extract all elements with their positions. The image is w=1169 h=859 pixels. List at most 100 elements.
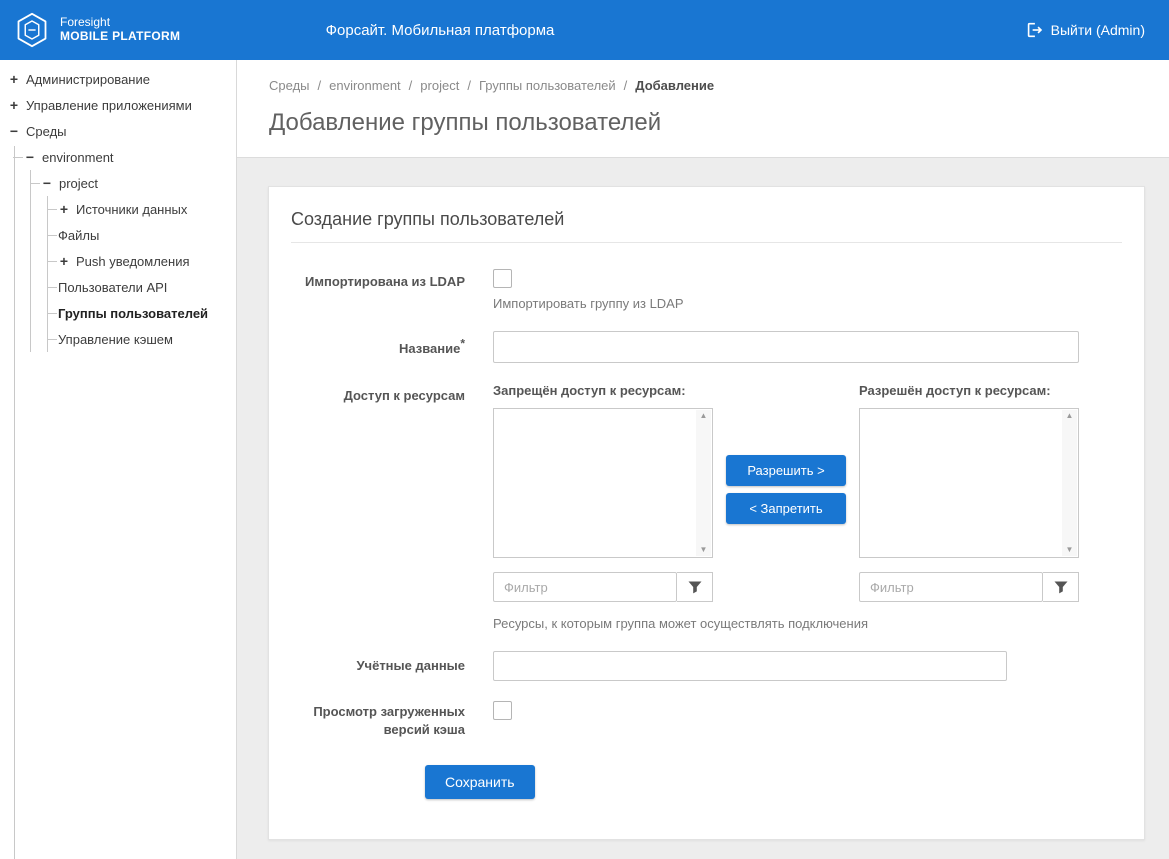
- resources-row: Доступ к ресурсам Запрещён доступ к ресу…: [291, 383, 1122, 631]
- card-title: Создание группы пользователей: [291, 209, 1122, 243]
- collapse-icon[interactable]: −: [41, 176, 53, 190]
- allowed-resources-panel: Разрешён доступ к ресурсам: ▲ ▼: [859, 383, 1079, 602]
- page-title: Добавление группы пользователей: [269, 109, 1169, 137]
- resources-transfer-buttons: Разрешить > < Запретить: [726, 455, 846, 524]
- denied-filter-input[interactable]: [493, 572, 677, 602]
- ldap-help-text: Импортировать группу из LDAP: [493, 296, 1122, 311]
- denied-resources-title: Запрещён доступ к ресурсам:: [493, 383, 713, 398]
- breadcrumb-separator: /: [624, 78, 628, 93]
- scroll-up-icon[interactable]: ▲: [1066, 412, 1074, 420]
- filter-icon: [688, 581, 702, 594]
- name-row: Название*: [291, 331, 1122, 363]
- sidebar-item-user-groups[interactable]: Группы пользователей: [58, 300, 236, 326]
- breadcrumb-separator: /: [409, 78, 413, 93]
- allowed-resources-listbox[interactable]: ▲ ▼: [859, 408, 1079, 558]
- allowed-filter-row: [859, 572, 1079, 602]
- sidebar-item-label: Группы пользователей: [58, 306, 208, 321]
- sidebar-tree: + Администрирование + Управление приложе…: [0, 66, 236, 352]
- deny-button[interactable]: < Запретить: [726, 493, 846, 524]
- sidebar-item-label: Администрирование: [26, 72, 150, 87]
- scroll-down-icon[interactable]: ▼: [700, 546, 708, 554]
- allowed-filter-button[interactable]: [1043, 572, 1079, 602]
- sidebar-item-api-users[interactable]: Пользователи API: [58, 274, 236, 300]
- app-title: Форсайт. Мобильная платформа: [326, 22, 555, 39]
- resources-dual-list: Запрещён доступ к ресурсам: ▲ ▼: [493, 383, 1079, 602]
- required-mark: *: [460, 337, 465, 351]
- sidebar-item-label: Пользователи API: [58, 280, 167, 295]
- resources-help-text: Ресурсы, к которым группа может осуществ…: [493, 616, 1122, 631]
- expand-icon[interactable]: +: [8, 98, 20, 112]
- credentials-row: Учётные данные: [291, 651, 1122, 681]
- logout-label: Выйти (Admin): [1051, 22, 1145, 38]
- credentials-input[interactable]: [493, 651, 1007, 681]
- ldap-label: Импортирована из LDAP: [305, 274, 465, 289]
- sidebar-item-project[interactable]: − project: [41, 170, 236, 196]
- ldap-row: Импортирована из LDAP Импортировать груп…: [291, 269, 1122, 311]
- denied-resources-listbox[interactable]: ▲ ▼: [493, 408, 713, 558]
- logo-icon: [14, 12, 50, 48]
- create-group-card: Создание группы пользователей Импортиров…: [268, 186, 1145, 840]
- sidebar-item-label: project: [59, 176, 98, 191]
- breadcrumb-item-user-groups[interactable]: Группы пользователей: [479, 78, 616, 93]
- sidebar-item-label: Файлы: [58, 228, 99, 243]
- denied-filter-row: [493, 572, 713, 602]
- sidebar-item-cache-management[interactable]: Управление кэшем: [58, 326, 236, 352]
- page-header: Среды / environment / project / Группы п…: [237, 60, 1169, 158]
- sidebar-subtree: − environment − project: [14, 144, 236, 352]
- collapse-icon[interactable]: −: [8, 124, 20, 138]
- breadcrumb-item-environment[interactable]: environment: [329, 78, 401, 93]
- expand-icon[interactable]: +: [58, 254, 70, 268]
- allow-button[interactable]: Разрешить >: [726, 455, 846, 486]
- sidebar-item-label: Источники данных: [76, 202, 187, 217]
- content-area: Создание группы пользователей Импортиров…: [237, 158, 1169, 859]
- sidebar-item-environments[interactable]: − Среды: [8, 118, 236, 144]
- logo-line1: Foresight: [60, 16, 180, 30]
- logo-text: Foresight MOBILE PLATFORM: [60, 16, 180, 44]
- denied-resources-panel: Запрещён доступ к ресурсам: ▲ ▼: [493, 383, 713, 602]
- sidebar-subtree: − project + Источники данных: [30, 170, 236, 352]
- sidebar-item-label: Среды: [26, 124, 67, 139]
- cache-view-checkbox[interactable]: [493, 701, 512, 720]
- breadcrumb-separator: /: [318, 78, 322, 93]
- sidebar-item-push-notifications[interactable]: + Push уведомления: [58, 248, 236, 274]
- expand-icon[interactable]: +: [8, 72, 20, 86]
- sidebar-item-administration[interactable]: + Администрирование: [8, 66, 236, 92]
- scroll-up-icon[interactable]: ▲: [700, 412, 708, 420]
- name-input[interactable]: [493, 331, 1079, 363]
- cache-view-label: Просмотр загруженных версий кэша: [313, 704, 465, 737]
- ldap-checkbox[interactable]: [493, 269, 512, 288]
- breadcrumb-item-current: Добавление: [635, 78, 714, 93]
- save-row: Сохранить: [425, 765, 1122, 799]
- allowed-resources-title: Разрешён доступ к ресурсам:: [859, 383, 1079, 398]
- app-logo[interactable]: Foresight MOBILE PLATFORM: [0, 12, 180, 48]
- sidebar-item-label: Управление кэшем: [58, 332, 173, 347]
- sidebar-item-app-management[interactable]: + Управление приложениями: [8, 92, 236, 118]
- cache-view-row: Просмотр загруженных версий кэша: [291, 701, 1122, 739]
- scrollbar[interactable]: ▲ ▼: [1062, 410, 1077, 556]
- sidebar-item-environment[interactable]: − environment: [24, 144, 236, 170]
- collapse-icon[interactable]: −: [24, 150, 36, 164]
- sidebar-item-data-sources[interactable]: + Источники данных: [58, 196, 236, 222]
- logout-button[interactable]: Выйти (Admin): [1025, 21, 1145, 39]
- breadcrumb: Среды / environment / project / Группы п…: [269, 78, 1169, 93]
- expand-icon[interactable]: +: [58, 202, 70, 216]
- credentials-label: Учётные данные: [356, 658, 465, 673]
- save-button[interactable]: Сохранить: [425, 765, 535, 799]
- filter-icon: [1054, 581, 1068, 594]
- resources-label: Доступ к ресурсам: [344, 388, 465, 403]
- allowed-filter-input[interactable]: [859, 572, 1043, 602]
- sidebar: + Администрирование + Управление приложе…: [0, 60, 237, 859]
- sidebar-item-label: environment: [42, 150, 114, 165]
- name-label: Название*: [399, 341, 465, 356]
- denied-filter-button[interactable]: [677, 572, 713, 602]
- breadcrumb-item-environments[interactable]: Среды: [269, 78, 310, 93]
- breadcrumb-item-project[interactable]: project: [420, 78, 459, 93]
- breadcrumb-separator: /: [467, 78, 471, 93]
- logout-icon: [1025, 21, 1043, 39]
- sidebar-item-label: Push уведомления: [76, 254, 190, 269]
- scrollbar[interactable]: ▲ ▼: [696, 410, 711, 556]
- sidebar-subtree: + Источники данных Файлы: [47, 196, 236, 352]
- app-header: Foresight MOBILE PLATFORM Форсайт. Мобил…: [0, 0, 1169, 60]
- scroll-down-icon[interactable]: ▼: [1066, 546, 1074, 554]
- sidebar-item-files[interactable]: Файлы: [58, 222, 236, 248]
